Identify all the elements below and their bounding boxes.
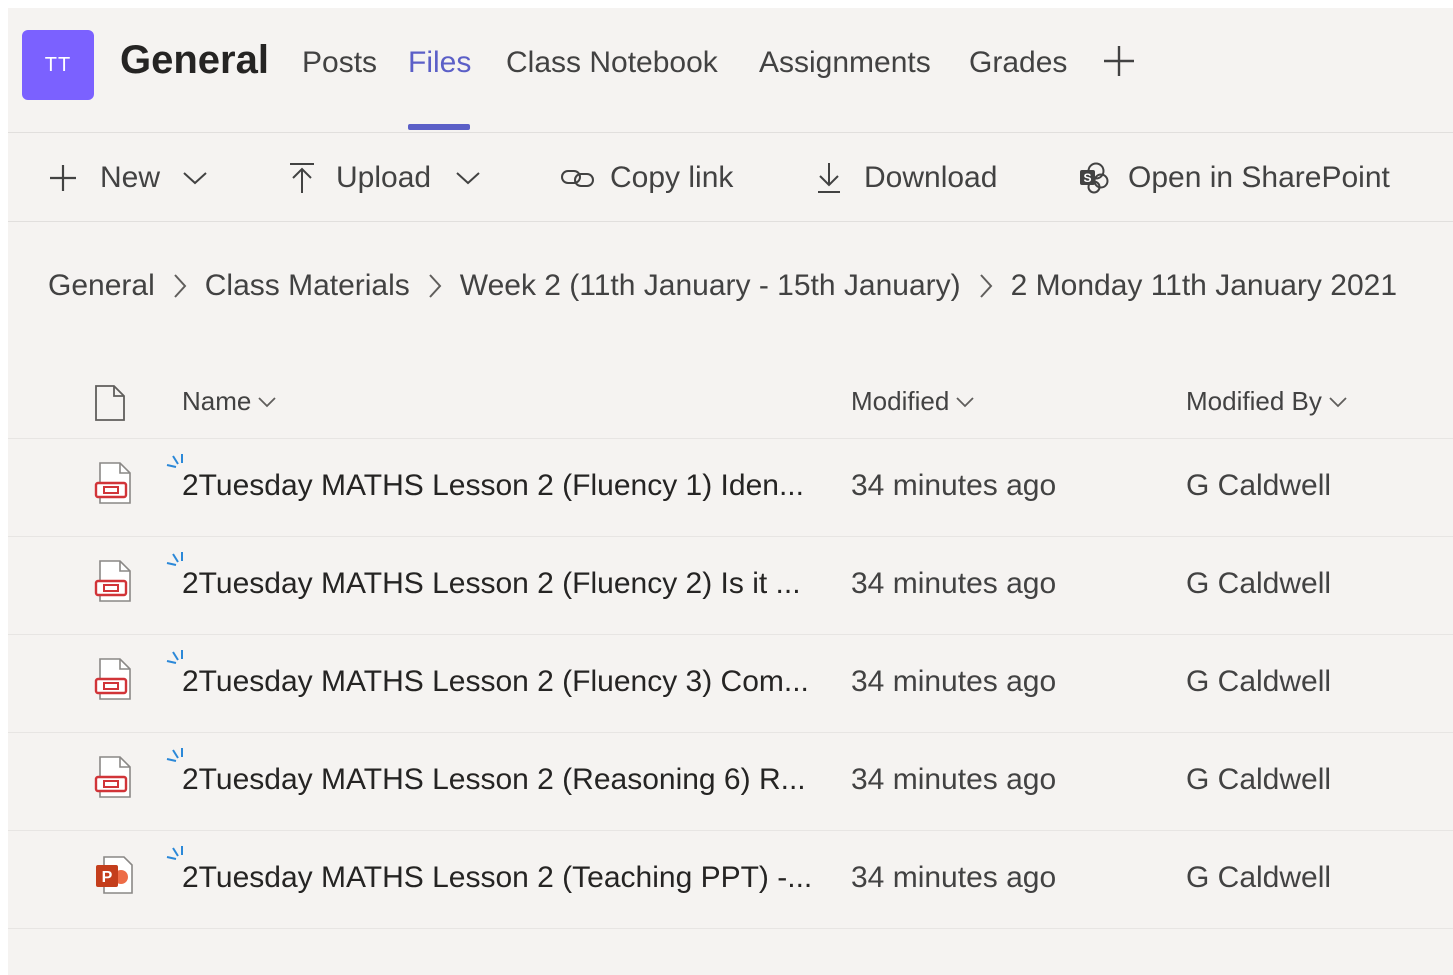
powerpoint-icon: P: [96, 856, 133, 894]
breadcrumb-item-general[interactable]: General: [48, 269, 155, 303]
table-row[interactable]: 2Tuesday MATHS Lesson 2 (Fluency 3) Com.…: [8, 635, 1453, 733]
sharepoint-icon: S: [1080, 162, 1109, 194]
column-modified-by-label: Modified By: [1186, 386, 1322, 416]
toolbar-divider: [8, 221, 1453, 222]
file-list: Name Modified Modified By 2Tuesday MATHS…: [8, 370, 1453, 929]
column-header-name[interactable]: Name: [182, 386, 277, 417]
tab-posts[interactable]: Posts: [302, 46, 377, 80]
pdf-icon: [94, 462, 131, 504]
table-row[interactable]: 2Tuesday MATHS Lesson 2 (Fluency 1) Iden…: [8, 439, 1453, 537]
link-icon: [561, 170, 594, 187]
file-name[interactable]: 2Tuesday MATHS Lesson 2 (Fluency 1) Iden…: [182, 469, 816, 503]
file-name[interactable]: 2Tuesday MATHS Lesson 2 (Teaching PPT) -…: [182, 861, 816, 895]
chevron-right-icon: [173, 273, 187, 299]
open-in-sharepoint-label: Open in SharePoint: [1128, 161, 1390, 194]
channel-title: General: [120, 38, 269, 82]
table-row[interactable]: P 2Tuesday MATHS Lesson 2 (Teaching PPT)…: [8, 831, 1453, 929]
tab-files[interactable]: Files: [408, 46, 471, 80]
chevron-down-icon: [258, 396, 276, 407]
column-name-label: Name: [182, 386, 252, 416]
file-modified-by: G Caldwell: [1186, 861, 1332, 894]
file-modified-by: G Caldwell: [1186, 567, 1332, 600]
file-modified: 34 minutes ago: [851, 567, 1057, 600]
pdf-icon: [94, 658, 131, 700]
chevron-down-icon: [1329, 396, 1347, 407]
breadcrumb-item-class-materials[interactable]: Class Materials: [205, 269, 410, 303]
column-header-modified[interactable]: Modified: [851, 386, 975, 417]
breadcrumb-item-current-folder: 2 Monday 11th January 2021: [1010, 269, 1398, 302]
svg-text:P: P: [102, 869, 113, 886]
svg-text:S: S: [1083, 171, 1091, 185]
file-modified-by: G Caldwell: [1186, 469, 1332, 502]
file-modified: 34 minutes ago: [851, 861, 1057, 894]
breadcrumb-item-week-2[interactable]: Week 2 (11th January - 15th January): [460, 269, 961, 303]
copy-link-label: Copy link: [610, 161, 734, 194]
pdf-icon: [94, 756, 131, 798]
files-toolbar: New Upload Copy link Download S Open in …: [8, 133, 1453, 221]
chevron-right-icon: [428, 273, 442, 299]
tab-grades[interactable]: Grades: [969, 46, 1067, 80]
table-row[interactable]: 2Tuesday MATHS Lesson 2 (Reasoning 6) R.…: [8, 733, 1453, 831]
chevron-right-icon: [979, 273, 993, 299]
file-name[interactable]: 2Tuesday MATHS Lesson 2 (Fluency 2) Is i…: [182, 567, 816, 601]
team-avatar[interactable]: TT: [22, 30, 94, 100]
new-label: New: [100, 161, 161, 194]
chevron-down-icon: [183, 172, 207, 185]
channel-header: TT General Posts Files Class Notebook As…: [8, 8, 1453, 132]
active-tab-indicator: [408, 124, 470, 130]
breadcrumb: General Class Materials Week 2 (11th Jan…: [48, 266, 1397, 306]
download-icon: [818, 163, 840, 193]
file-modified: 34 minutes ago: [851, 665, 1057, 698]
copy-link-button[interactable]: Copy link: [560, 161, 733, 195]
file-modified: 34 minutes ago: [851, 469, 1057, 502]
chevron-down-icon: [456, 172, 480, 185]
upload-button[interactable]: Upload: [288, 161, 481, 195]
download-label: Download: [864, 161, 998, 194]
upload-icon: [290, 163, 314, 193]
tab-assignments[interactable]: Assignments: [759, 46, 931, 80]
download-button[interactable]: Download: [816, 161, 997, 195]
file-type-icon[interactable]: [94, 384, 126, 422]
file-modified-by: G Caldwell: [1186, 763, 1332, 796]
chevron-down-icon: [956, 396, 974, 407]
tab-class-notebook[interactable]: Class Notebook: [506, 46, 718, 80]
open-in-sharepoint-button[interactable]: S Open in SharePoint: [1078, 161, 1390, 195]
pdf-icon: [94, 560, 131, 602]
file-modified-by: G Caldwell: [1186, 665, 1332, 698]
teams-files-view: TT General Posts Files Class Notebook As…: [8, 8, 1453, 975]
plus-icon: [50, 165, 76, 191]
column-modified-label: Modified: [851, 386, 950, 416]
file-name[interactable]: 2Tuesday MATHS Lesson 2 (Fluency 3) Com.…: [182, 665, 816, 699]
add-tab-icon[interactable]: [1102, 44, 1136, 78]
file-name[interactable]: 2Tuesday MATHS Lesson 2 (Reasoning 6) R.…: [182, 763, 816, 797]
upload-label: Upload: [336, 161, 432, 194]
column-header-modified-by[interactable]: Modified By: [1186, 386, 1348, 417]
file-modified: 34 minutes ago: [851, 763, 1057, 796]
new-button[interactable]: New: [48, 161, 208, 195]
table-row[interactable]: 2Tuesday MATHS Lesson 2 (Fluency 2) Is i…: [8, 537, 1453, 635]
file-list-header: Name Modified Modified By: [8, 370, 1453, 439]
